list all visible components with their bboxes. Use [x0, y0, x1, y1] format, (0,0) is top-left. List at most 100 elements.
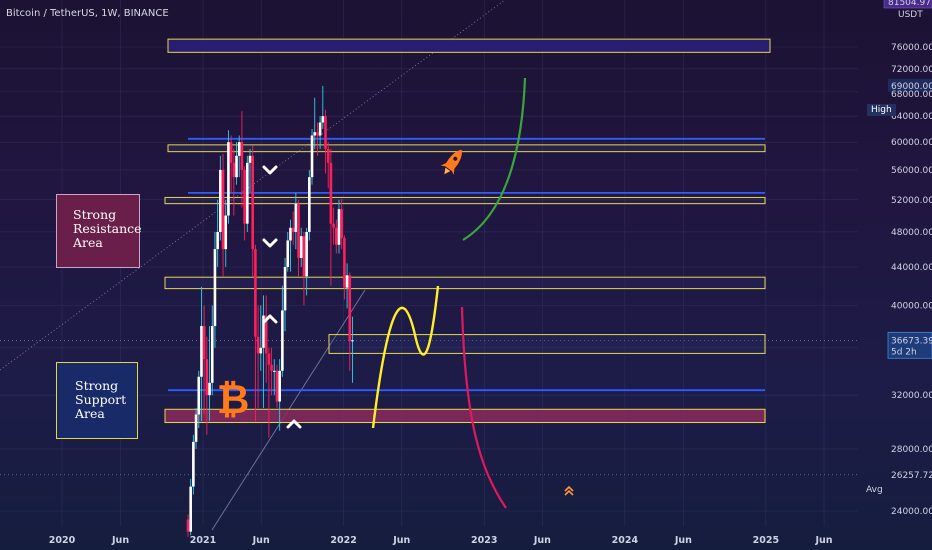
yellow-curve — [371, 285, 440, 429]
candle — [275, 364, 279, 408]
price-label: 48000.00 — [891, 228, 932, 238]
price-zone — [167, 144, 766, 153]
candle-body — [189, 486, 192, 532]
price-zone — [167, 38, 771, 53]
currency-label: USDT — [898, 10, 923, 20]
resistance-annotation: Strong Resistance Area — [56, 194, 142, 268]
candle-body — [243, 169, 246, 224]
candle — [256, 305, 260, 408]
candle — [308, 169, 311, 241]
candle-body — [297, 203, 300, 258]
candle-body — [310, 135, 314, 178]
candle — [254, 244, 257, 422]
candle — [283, 257, 287, 332]
countdown-label: 5d 2h — [891, 347, 917, 357]
candle-body — [216, 231, 219, 250]
price-label: 32000.00 — [891, 391, 932, 401]
avg-price-label: 26257.72 — [891, 471, 932, 481]
candle-body — [291, 227, 295, 232]
time-label: Jun — [252, 535, 270, 546]
candle — [200, 286, 203, 422]
candle-body — [192, 441, 195, 487]
candle-body — [286, 240, 290, 268]
drawings: ₿ — [217, 77, 574, 509]
annotation-line: Area — [75, 406, 105, 421]
candle — [281, 285, 284, 377]
price-label: 44000.00 — [891, 263, 932, 273]
annotation-line: Strong — [73, 207, 117, 222]
candle-body — [232, 162, 236, 178]
candle-body — [294, 203, 298, 232]
candle — [299, 227, 303, 268]
candle-body — [221, 169, 225, 250]
time-label: 2024 — [612, 535, 639, 546]
candle-body — [302, 236, 306, 277]
candle-body — [332, 223, 335, 228]
candle-body — [308, 177, 311, 232]
candle-body — [345, 275, 349, 288]
candle — [189, 478, 192, 536]
candle — [243, 166, 246, 241]
candle-body — [299, 236, 303, 258]
annotation-line: Resistance — [73, 221, 142, 236]
time-label: 2020 — [49, 535, 76, 546]
candle-body — [324, 116, 327, 149]
candle — [229, 135, 233, 193]
time-axis[interactable]: 2020 Jun 2021 Jun 2022 Jun 2023 Jun 2024 Jun 2025 J… — [49, 535, 833, 546]
candle — [310, 128, 314, 185]
candle — [219, 155, 222, 241]
candle-body — [219, 169, 222, 232]
candle — [329, 148, 333, 286]
candle-body — [278, 370, 281, 402]
green-arc — [462, 77, 527, 241]
candle — [221, 153, 225, 277]
time-label: Jun — [111, 535, 129, 546]
chart-area[interactable]: ₿ 76000.0069000.0064000.0060000.0056000.… — [0, 0, 932, 550]
candle-body — [197, 376, 201, 415]
candle-body — [340, 209, 343, 238]
candle-body — [210, 326, 214, 383]
candle — [302, 231, 306, 306]
candle-body — [337, 209, 341, 245]
time-label: Jun — [392, 535, 410, 546]
candle-body — [205, 359, 209, 396]
candle — [297, 199, 300, 277]
time-label: Jun — [814, 535, 832, 546]
bitcoin-icon: ₿ — [217, 377, 250, 423]
time-label: 2021 — [190, 535, 216, 546]
price-axis[interactable]: 76000.0069000.0064000.0060000.0056000.00… — [883, 0, 932, 517]
candle-body — [227, 142, 230, 216]
candle-body — [318, 122, 322, 136]
candle-body — [272, 370, 276, 372]
candle-body — [275, 370, 279, 402]
candle — [213, 231, 217, 348]
price-label: 72000.00 — [891, 65, 932, 75]
candle-body — [208, 382, 211, 396]
top-price-label: 81504.97 — [888, 0, 931, 8]
candle — [246, 155, 249, 232]
candle-body — [213, 249, 217, 327]
price-label: 60000.00 — [891, 138, 932, 148]
candle — [251, 145, 254, 277]
candle — [210, 305, 214, 396]
candle — [332, 207, 335, 245]
candle-body — [224, 215, 228, 250]
candle — [345, 263, 349, 309]
candle-body — [326, 148, 330, 163]
candle — [224, 199, 228, 268]
chart-title: Bitcoin / TetherUS, 1W, BINANCE — [6, 8, 169, 19]
candle — [259, 305, 263, 371]
candle-body — [343, 237, 346, 288]
candle — [227, 130, 230, 224]
candle-body — [351, 340, 354, 342]
candle — [264, 295, 268, 383]
candle-body — [281, 310, 284, 371]
price-label: 56000.00 — [891, 166, 932, 176]
candle-body — [270, 364, 273, 371]
candle — [324, 109, 327, 174]
price-label: 40000.00 — [891, 301, 932, 311]
candle — [248, 148, 252, 193]
candle-body — [334, 227, 338, 245]
price-chart[interactable]: ₿ 76000.0069000.0064000.0060000.0056000.… — [0, 0, 932, 550]
candle-body — [194, 414, 198, 442]
